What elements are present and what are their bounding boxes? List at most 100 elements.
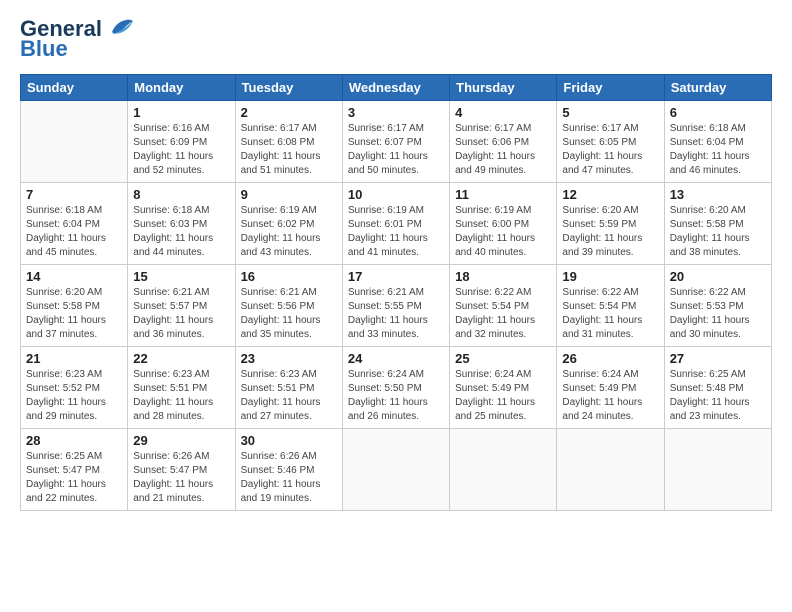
week-row-5: 28 Sunrise: 6:25 AM Sunset: 5:47 PM Dayli… [21,429,772,511]
calendar-cell: 8Sunrise: 6:18 AM Sunset: 6:03 PM Daylig… [128,183,235,265]
calendar-cell: 13Sunrise: 6:20 AM Sunset: 5:58 PM Dayli… [664,183,771,265]
day-info: Sunrise: 6:21 AM Sunset: 5:57 PM Dayligh… [133,286,229,342]
day-info: Sunrise: 6:21 AM Sunset: 5:55 PM Dayligh… [348,286,444,342]
day-number: 11 [455,187,551,202]
week-row-1: 1 Sunrise: 6:16 AM Sunset: 6:09 PM Daylig… [21,101,772,183]
day-info: Sunrise: 6:17 AM Sunset: 6:06 PM Dayligh… [455,122,551,178]
day-info: Sunrise: 6:23 AM Sunset: 5:51 PM Dayligh… [241,368,337,424]
calendar-cell: 12 Sunrise: 6:20 AM Sunset: 5:59 PM Dayli… [557,183,664,265]
day-number: 26 [562,351,658,366]
day-number: 5 [562,105,658,120]
weekday-header-tuesday: Tuesday [235,75,342,101]
day-info: Sunrise: 6:17 AM Sunset: 6:08 PM Dayligh… [241,122,337,178]
day-info: Sunrise: 6:19 AM Sunset: 6:01 PM Dayligh… [348,204,444,260]
weekday-header-monday: Monday [128,75,235,101]
calendar-cell: 22Sunrise: 6:23 AM Sunset: 5:51 PM Dayli… [128,347,235,429]
day-number: 30 [241,433,337,448]
day-number: 17 [348,269,444,284]
day-info: Sunrise: 6:22 AM Sunset: 5:54 PM Dayligh… [562,286,658,342]
week-row-2: 7Sunrise: 6:18 AM Sunset: 6:04 PM Daylig… [21,183,772,265]
week-row-3: 14 Sunrise: 6:20 AM Sunset: 5:58 PM Dayli… [21,265,772,347]
calendar-cell: 15 Sunrise: 6:21 AM Sunset: 5:57 PM Dayli… [128,265,235,347]
calendar-cell: 16 Sunrise: 6:21 AM Sunset: 5:56 PM Dayli… [235,265,342,347]
calendar-cell: 18 Sunrise: 6:22 AM Sunset: 5:54 PM Dayli… [450,265,557,347]
weekday-header-wednesday: Wednesday [342,75,449,101]
calendar-cell: 10Sunrise: 6:19 AM Sunset: 6:01 PM Dayli… [342,183,449,265]
day-info: Sunrise: 6:19 AM Sunset: 6:00 PM Dayligh… [455,204,551,260]
weekday-header-thursday: Thursday [450,75,557,101]
day-info: Sunrise: 6:20 AM Sunset: 5:59 PM Dayligh… [562,204,658,260]
calendar-cell: 29 Sunrise: 6:26 AM Sunset: 5:47 PM Dayli… [128,429,235,511]
day-number: 7 [26,187,122,202]
day-number: 27 [670,351,766,366]
calendar-cell: 20 Sunrise: 6:22 AM Sunset: 5:53 PM Dayli… [664,265,771,347]
calendar-cell: 5Sunrise: 6:17 AM Sunset: 6:05 PM Daylig… [557,101,664,183]
calendar-cell: 26Sunrise: 6:24 AM Sunset: 5:49 PM Dayli… [557,347,664,429]
day-info: Sunrise: 6:20 AM Sunset: 5:58 PM Dayligh… [26,286,122,342]
calendar-cell: 21 Sunrise: 6:23 AM Sunset: 5:52 PM Dayli… [21,347,128,429]
day-number: 14 [26,269,122,284]
calendar-cell: 19 Sunrise: 6:22 AM Sunset: 5:54 PM Dayli… [557,265,664,347]
calendar-cell: 23 Sunrise: 6:23 AM Sunset: 5:51 PM Dayli… [235,347,342,429]
calendar-cell: 9Sunrise: 6:19 AM Sunset: 6:02 PM Daylig… [235,183,342,265]
day-number: 12 [562,187,658,202]
day-number: 25 [455,351,551,366]
calendar-cell: 3 Sunrise: 6:17 AM Sunset: 6:07 PM Daylig… [342,101,449,183]
day-info: Sunrise: 6:16 AM Sunset: 6:09 PM Dayligh… [133,122,229,178]
day-number: 21 [26,351,122,366]
page: General Blue SundayMondayTuesdayWednesda… [0,0,792,521]
weekday-header-sunday: Sunday [21,75,128,101]
weekday-header-friday: Friday [557,75,664,101]
calendar-cell: 11 Sunrise: 6:19 AM Sunset: 6:00 PM Dayli… [450,183,557,265]
calendar-cell: 7Sunrise: 6:18 AM Sunset: 6:04 PM Daylig… [21,183,128,265]
day-info: Sunrise: 6:24 AM Sunset: 5:50 PM Dayligh… [348,368,444,424]
weekday-header-saturday: Saturday [664,75,771,101]
day-info: Sunrise: 6:25 AM Sunset: 5:47 PM Dayligh… [26,450,122,506]
calendar-cell [557,429,664,511]
day-number: 3 [348,105,444,120]
calendar-cell: 25 Sunrise: 6:24 AM Sunset: 5:49 PM Dayli… [450,347,557,429]
logo: General Blue [20,18,134,62]
day-number: 16 [241,269,337,284]
day-number: 24 [348,351,444,366]
day-info: Sunrise: 6:26 AM Sunset: 5:46 PM Dayligh… [241,450,337,506]
calendar-cell: 6 Sunrise: 6:18 AM Sunset: 6:04 PM Daylig… [664,101,771,183]
calendar-cell [450,429,557,511]
logo-bird-icon [106,18,134,40]
calendar-cell: 27 Sunrise: 6:25 AM Sunset: 5:48 PM Dayli… [664,347,771,429]
day-number: 6 [670,105,766,120]
calendar-cell [664,429,771,511]
day-info: Sunrise: 6:18 AM Sunset: 6:04 PM Dayligh… [670,122,766,178]
week-row-4: 21 Sunrise: 6:23 AM Sunset: 5:52 PM Dayli… [21,347,772,429]
day-number: 23 [241,351,337,366]
calendar-cell [342,429,449,511]
day-info: Sunrise: 6:23 AM Sunset: 5:52 PM Dayligh… [26,368,122,424]
day-info: Sunrise: 6:26 AM Sunset: 5:47 PM Dayligh… [133,450,229,506]
day-number: 1 [133,105,229,120]
day-number: 2 [241,105,337,120]
calendar-cell: 2 Sunrise: 6:17 AM Sunset: 6:08 PM Daylig… [235,101,342,183]
day-info: Sunrise: 6:20 AM Sunset: 5:58 PM Dayligh… [670,204,766,260]
day-number: 20 [670,269,766,284]
day-info: Sunrise: 6:21 AM Sunset: 5:56 PM Dayligh… [241,286,337,342]
calendar-cell: 1 Sunrise: 6:16 AM Sunset: 6:09 PM Daylig… [128,101,235,183]
day-number: 18 [455,269,551,284]
day-info: Sunrise: 6:18 AM Sunset: 6:03 PM Dayligh… [133,204,229,260]
day-number: 15 [133,269,229,284]
day-number: 19 [562,269,658,284]
day-info: Sunrise: 6:17 AM Sunset: 6:07 PM Dayligh… [348,122,444,178]
calendar-cell: 30 Sunrise: 6:26 AM Sunset: 5:46 PM Dayli… [235,429,342,511]
day-number: 22 [133,351,229,366]
calendar-cell: 14 Sunrise: 6:20 AM Sunset: 5:58 PM Dayli… [21,265,128,347]
day-number: 4 [455,105,551,120]
day-info: Sunrise: 6:22 AM Sunset: 5:54 PM Dayligh… [455,286,551,342]
day-number: 29 [133,433,229,448]
day-info: Sunrise: 6:22 AM Sunset: 5:53 PM Dayligh… [670,286,766,342]
day-info: Sunrise: 6:25 AM Sunset: 5:48 PM Dayligh… [670,368,766,424]
calendar-cell: 4 Sunrise: 6:17 AM Sunset: 6:06 PM Daylig… [450,101,557,183]
calendar-cell: 17 Sunrise: 6:21 AM Sunset: 5:55 PM Dayli… [342,265,449,347]
day-number: 28 [26,433,122,448]
day-info: Sunrise: 6:24 AM Sunset: 5:49 PM Dayligh… [455,368,551,424]
weekday-header-row: SundayMondayTuesdayWednesdayThursdayFrid… [21,75,772,101]
header: General Blue [20,18,772,62]
